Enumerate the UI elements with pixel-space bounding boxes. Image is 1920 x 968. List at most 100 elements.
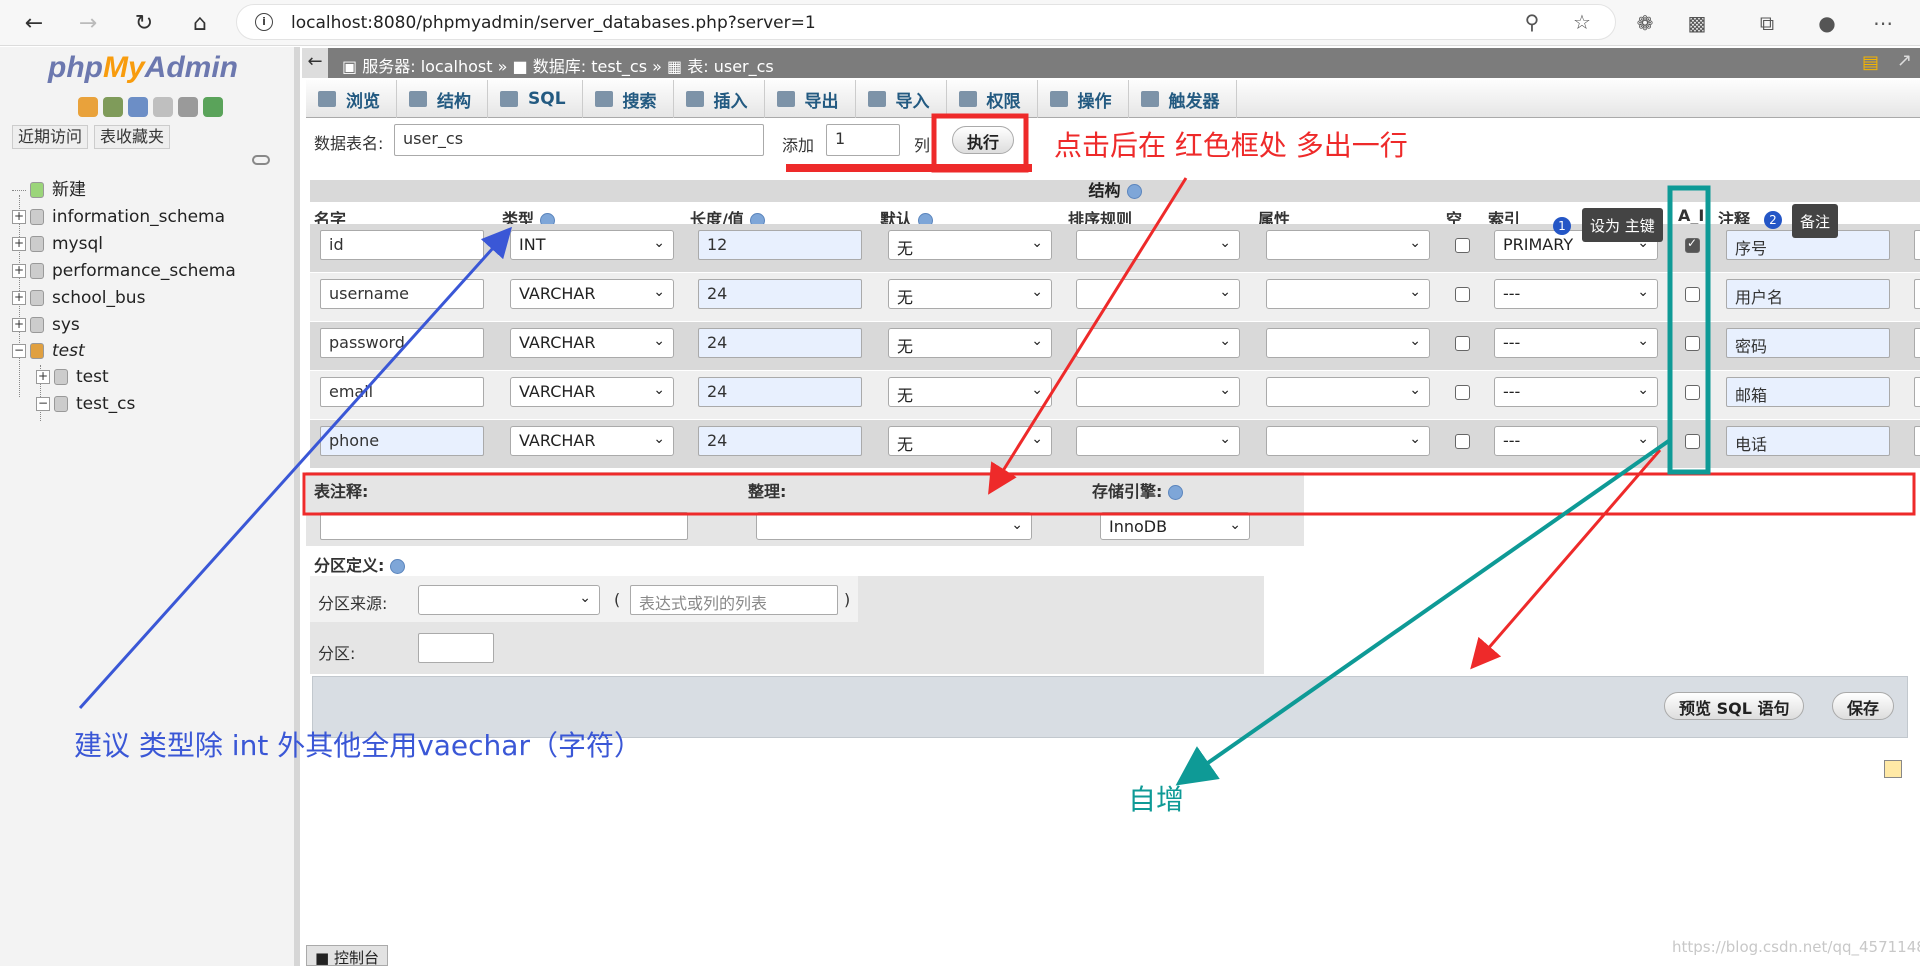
field-null-checkbox[interactable]	[1455, 385, 1470, 400]
back-arrow-icon[interactable]: ←	[16, 6, 52, 40]
partition-expression-input[interactable]: 表达式或列的列表	[630, 585, 838, 615]
field-default-select[interactable]: 无 ⌄	[888, 230, 1052, 260]
phpmyadmin-logo[interactable]: phpMyAdmin	[48, 51, 238, 85]
expand-icon[interactable]: +	[12, 318, 26, 332]
tab-export[interactable]: 导出	[765, 80, 856, 118]
help-icon[interactable]	[128, 97, 148, 117]
field-collation-select[interactable]: ⌄	[1076, 279, 1240, 309]
tab-search[interactable]: 搜索	[583, 80, 674, 118]
field-attributes-select[interactable]: ⌄	[1266, 279, 1430, 309]
logout-icon[interactable]	[103, 97, 123, 117]
table-comment-input[interactable]	[320, 512, 688, 540]
field-name-input[interactable]: email	[320, 377, 484, 407]
tree-item-information-schema[interactable]: + information_schema	[12, 206, 225, 228]
tab-import[interactable]: 导入	[856, 80, 947, 118]
tree-item-test-db[interactable]: − test	[12, 340, 85, 362]
lock-icon[interactable]: ▤	[1862, 52, 1879, 73]
field-ai-checkbox[interactable]	[1685, 236, 1700, 253]
help-icon[interactable]	[390, 559, 406, 574]
collapse-icon[interactable]: −	[36, 397, 50, 411]
field-type-select[interactable]: VARCHAR ⌄	[510, 377, 674, 407]
expand-icon[interactable]: +	[12, 291, 26, 305]
favorites-tab[interactable]: 表收藏夹	[94, 125, 171, 149]
field-length-input[interactable]: 24	[698, 279, 862, 309]
field-attributes-select[interactable]: ⌄	[1266, 377, 1430, 407]
field-ai-checkbox[interactable]	[1685, 336, 1700, 351]
add-columns-input[interactable]: 1	[826, 124, 900, 156]
table-name-input[interactable]: user_cs	[394, 124, 764, 156]
field-ai-checkbox[interactable]	[1685, 287, 1700, 302]
collapse-icon[interactable]: −	[12, 344, 26, 358]
home-icon[interactable]: ⌂	[182, 6, 218, 40]
expand-icon[interactable]: +	[12, 264, 26, 278]
field-name-input[interactable]: id	[320, 230, 484, 260]
field-null-checkbox[interactable]	[1455, 287, 1470, 302]
tree-item-performance-schema[interactable]: + performance_schema	[12, 260, 236, 282]
add-favorite-icon[interactable]: ☆	[1567, 7, 1597, 37]
field-more-input[interactable]	[1914, 328, 1920, 358]
link-icon[interactable]	[252, 155, 270, 165]
help-icon[interactable]	[1126, 184, 1142, 199]
profile-avatar-icon[interactable]: ●	[1812, 8, 1842, 38]
field-comment-input[interactable]: 电话	[1726, 426, 1890, 456]
field-attributes-select[interactable]: ⌄	[1266, 230, 1430, 260]
info-icon[interactable]: i	[255, 13, 273, 31]
field-comment-input[interactable]: 邮箱	[1726, 377, 1890, 407]
field-ai-checkbox[interactable]	[1685, 385, 1700, 400]
field-name-input[interactable]: username	[320, 279, 484, 309]
console-tab[interactable]: ■ 控制台	[306, 945, 388, 967]
tree-item-test-table[interactable]: + test	[36, 366, 109, 388]
field-comment-input[interactable]: 用户名	[1726, 279, 1890, 309]
more-menu-icon[interactable]: ⋯	[1868, 8, 1898, 38]
field-type-select[interactable]: VARCHAR ⌄	[510, 279, 674, 309]
field-length-input[interactable]: 12	[698, 230, 862, 260]
forward-arrow-icon[interactable]: →	[70, 6, 106, 40]
field-default-select[interactable]: 无 ⌄	[888, 426, 1052, 456]
field-null-checkbox[interactable]	[1455, 434, 1470, 449]
field-length-input[interactable]: 24	[698, 377, 862, 407]
tree-item-sys[interactable]: + sys	[12, 314, 80, 336]
field-default-select[interactable]: 无 ⌄	[888, 377, 1052, 407]
expand-icon[interactable]: +	[12, 237, 26, 251]
notes-icon[interactable]	[1884, 760, 1902, 778]
field-index-select[interactable]: --- ⌄	[1494, 426, 1658, 456]
field-more-input[interactable]	[1914, 279, 1920, 309]
tree-item-test-cs[interactable]: − test_cs	[36, 393, 135, 415]
field-null-checkbox[interactable]	[1455, 336, 1470, 351]
field-name-input[interactable]: password	[320, 328, 484, 358]
field-more-input[interactable]	[1914, 377, 1920, 407]
field-collation-select[interactable]: ⌄	[1076, 328, 1240, 358]
field-attributes-select[interactable]: ⌄	[1266, 328, 1430, 358]
field-index-select[interactable]: --- ⌄	[1494, 279, 1658, 309]
tab-insert[interactable]: 插入	[674, 80, 765, 118]
field-length-input[interactable]: 24	[698, 426, 862, 456]
field-null-checkbox[interactable]	[1455, 238, 1470, 253]
preview-sql-button[interactable]: 预览 SQL 语句	[1664, 692, 1805, 720]
address-bar[interactable]: i localhost:8080/phpmyadmin/server_datab…	[236, 4, 1616, 40]
key-icon[interactable]: ⚲	[1517, 7, 1547, 37]
field-default-select[interactable]: 无 ⌄	[888, 328, 1052, 358]
breadcrumb-server[interactable]: 服务器: localhost »	[362, 57, 507, 76]
field-type-select[interactable]: INT ⌄	[510, 230, 674, 260]
field-comment-input[interactable]: 密码	[1726, 328, 1890, 358]
save-button[interactable]: 保存	[1832, 692, 1895, 720]
reload-nav-icon[interactable]	[203, 97, 223, 117]
field-index-select[interactable]: --- ⌄	[1494, 377, 1658, 407]
help-icon[interactable]	[1168, 485, 1184, 500]
partition-count-input[interactable]	[418, 633, 494, 663]
home-icon[interactable]	[78, 97, 98, 117]
breadcrumb-table[interactable]: 表: user_cs	[687, 57, 774, 76]
field-ai-checkbox[interactable]	[1685, 434, 1700, 449]
field-collation-select[interactable]: ⌄	[1076, 230, 1240, 260]
tree-item-mysql[interactable]: + mysql	[12, 233, 103, 255]
collections-icon[interactable]: ⧉	[1752, 8, 1782, 38]
docs-icon[interactable]	[153, 97, 173, 117]
resize-icon[interactable]: ↗	[1897, 50, 1912, 71]
collapse-nav-arrow-icon[interactable]: ←	[302, 48, 328, 78]
field-index-select[interactable]: --- ⌄	[1494, 328, 1658, 358]
partition-source-select[interactable]: ⌄	[418, 585, 600, 615]
field-collation-select[interactable]: ⌄	[1076, 426, 1240, 456]
expand-icon[interactable]: +	[36, 370, 50, 384]
tab-structure[interactable]: 结构	[397, 80, 488, 118]
tab-browse[interactable]: 浏览	[306, 80, 397, 118]
